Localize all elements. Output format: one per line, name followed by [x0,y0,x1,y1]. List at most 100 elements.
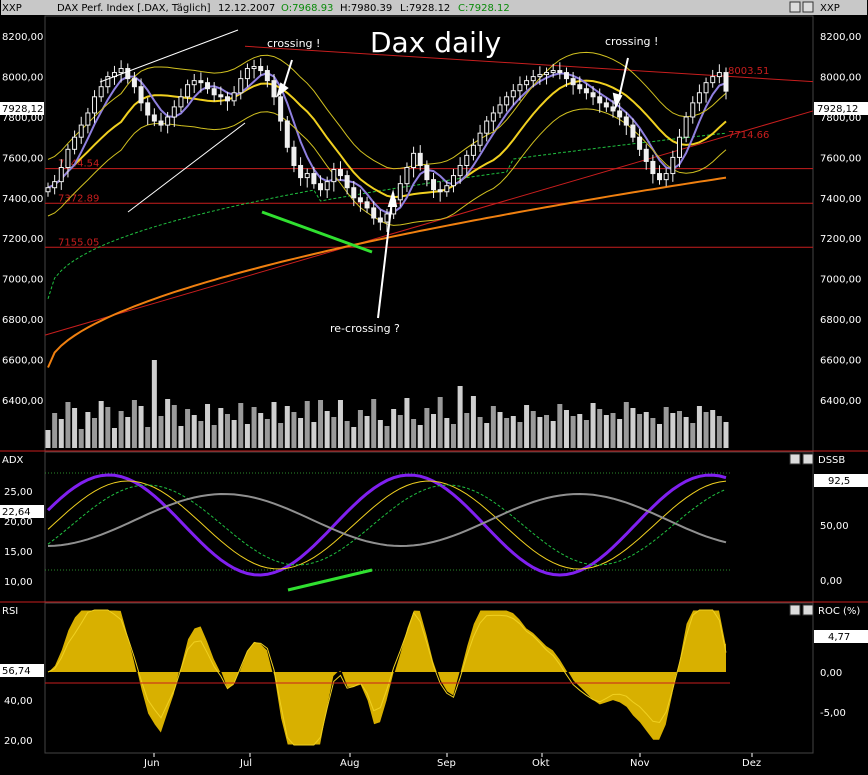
candle-body [357,197,363,203]
volume-bar [371,399,377,448]
price-tick-left: 6800,00 [2,315,43,326]
candle-body [670,156,676,175]
volume-bar [457,386,463,448]
volume-bar [118,411,124,448]
candle-body [58,167,64,183]
volume-bar [544,415,550,448]
volume-bar [723,422,729,448]
rsi-tick: 40,00 [4,696,33,707]
volume-bar [244,424,250,448]
candle-body [78,124,84,138]
volume-bar [391,409,397,448]
candle-body [683,116,689,138]
price-tick-left: 7400,00 [2,194,43,205]
candle-body [198,80,204,84]
volume-bar [211,425,217,448]
candle-body [450,175,456,187]
volume-bar [357,410,363,448]
candle-body [517,84,523,92]
volume-bar [537,417,543,448]
price-tick-right: 7400,00 [820,194,861,205]
price-tick-left: 7200,00 [2,234,43,245]
volume-bar [431,414,437,448]
volume-bar [52,413,58,448]
level-label: 7155.05 [58,237,99,248]
candle-body [557,70,563,74]
price-tick-left: 6600,00 [2,355,43,366]
candle-body [171,106,177,118]
volume-bar [158,416,164,448]
volume-bar [676,411,682,448]
restore-icon[interactable] [789,1,801,13]
volume-bar [65,402,71,448]
rsi-value: 56,74 [2,666,31,677]
candle-body [657,173,663,181]
volume-bar [550,421,556,448]
volume-bar [590,403,596,448]
volume-bar [597,409,603,448]
header-open: O:7968.93 [281,3,333,14]
close-icon[interactable] [802,604,814,616]
candle-body [271,80,277,98]
header-date: 12.12.2007 [218,3,275,14]
volume-bar [311,422,317,448]
candle-body [92,96,98,114]
volume-bar [424,408,430,448]
roc-value: 4,77 [828,632,850,643]
candle-body [251,66,257,70]
candle-body [696,92,702,104]
volume-bar [450,424,456,448]
volume-bar [637,414,643,448]
candle-body [131,78,137,88]
candle-body [497,104,503,114]
candle-body [544,72,550,76]
candle-body [158,120,164,126]
candle-body [703,82,709,94]
price-tick-left: 7000,00 [2,275,43,286]
level-label: 7714.66 [728,130,769,141]
restore-icon[interactable] [789,604,801,616]
candle-body [264,70,270,82]
candle-body [431,179,437,191]
header-close: C:7928.12 [458,3,510,14]
volume-bar [231,420,237,448]
adx-value: 22,64 [2,507,31,518]
candle-body [324,181,330,191]
price-right-value: 7928,12 [817,104,858,115]
candle-body [464,154,470,166]
price-tick-left: 8200,00 [2,32,43,43]
candle-body [710,76,716,84]
price-tick-right: 7200,00 [820,234,861,245]
candle-body [630,124,636,138]
close-icon[interactable] [802,453,814,465]
candle-body [470,144,476,156]
candle-body [590,92,596,98]
candle-body [477,132,483,146]
volume-bar [557,404,563,448]
candle-body [258,66,264,72]
price-tick-right: 6800,00 [820,315,861,326]
price-tick-right: 7600,00 [820,153,861,164]
candle-body [637,136,643,150]
restore-icon[interactable] [789,453,801,465]
candle-body [331,169,337,183]
close-icon[interactable] [802,1,814,13]
annotation-crossing-left: crossing ! [267,37,320,50]
candle-body [178,96,184,108]
volume-bar [530,411,536,448]
chart-window: XXP DAX Perf. Index [.DAX, Täglich] 12.1… [0,0,868,771]
candle-body [404,167,410,185]
volume-bar [411,419,417,448]
volume-bar [397,415,403,448]
volume-bar [470,396,476,448]
candle-body [490,112,496,122]
month-tick: Aug [340,758,360,769]
candle-body [238,78,244,94]
volume-bar [404,398,410,448]
candle-body [284,120,290,148]
chart-canvas: XXP DAX Perf. Index [.DAX, Täglich] 12.1… [0,0,868,771]
candle-body [318,183,324,191]
rsi-label: RSI [2,606,18,617]
volume-bar [131,400,137,448]
volume-bar [331,417,337,448]
